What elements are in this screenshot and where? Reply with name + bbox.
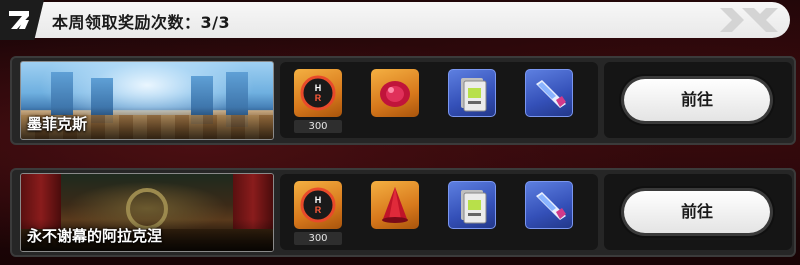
header: 本周领取奖励次数：3/3 <box>0 0 800 40</box>
hunter-coin-icon[interactable]: H R <box>294 69 342 117</box>
data-card-icon[interactable] <box>448 69 496 117</box>
svg-text:R: R <box>315 205 322 215</box>
energy-tube-icon[interactable] <box>525 181 573 229</box>
svg-text:H: H <box>315 195 322 205</box>
stage-thumbnail[interactable]: 墨菲克斯 <box>20 61 274 140</box>
data-card-icon[interactable] <box>448 181 496 229</box>
list-item: 墨菲克斯 H R 300 前往 <box>10 56 796 145</box>
goto-button[interactable]: 前往 <box>624 191 770 233</box>
red-gem-icon[interactable] <box>371 69 419 117</box>
reward-list: H R 300 <box>280 62 598 138</box>
stage-thumbnail[interactable]: 永不谢幕的阿拉克涅 <box>20 173 274 252</box>
svg-text:H: H <box>315 83 322 93</box>
hunter-coin-icon[interactable]: H R <box>294 181 342 229</box>
stage-name: 墨菲克斯 <box>27 115 88 133</box>
decorative-x-icon <box>720 8 778 32</box>
weekly-reward-count: 本周领取奖励次数：3/3 <box>52 13 231 32</box>
reward-quantity: 300 <box>294 120 342 133</box>
reward-list: H R 300 <box>280 174 598 250</box>
goto-panel: 前往 <box>604 62 792 138</box>
stage-name: 永不谢幕的阿拉克涅 <box>27 227 163 245</box>
red-cloak-icon[interactable] <box>371 181 419 229</box>
list-item: 永不谢幕的阿拉克涅 H R 300 前往 <box>10 168 796 257</box>
svg-text:R: R <box>315 93 322 103</box>
reward-quantity: 300 <box>294 232 342 245</box>
goto-button[interactable]: 前往 <box>624 79 770 121</box>
goto-panel: 前往 <box>604 174 792 250</box>
energy-tube-icon[interactable] <box>525 69 573 117</box>
